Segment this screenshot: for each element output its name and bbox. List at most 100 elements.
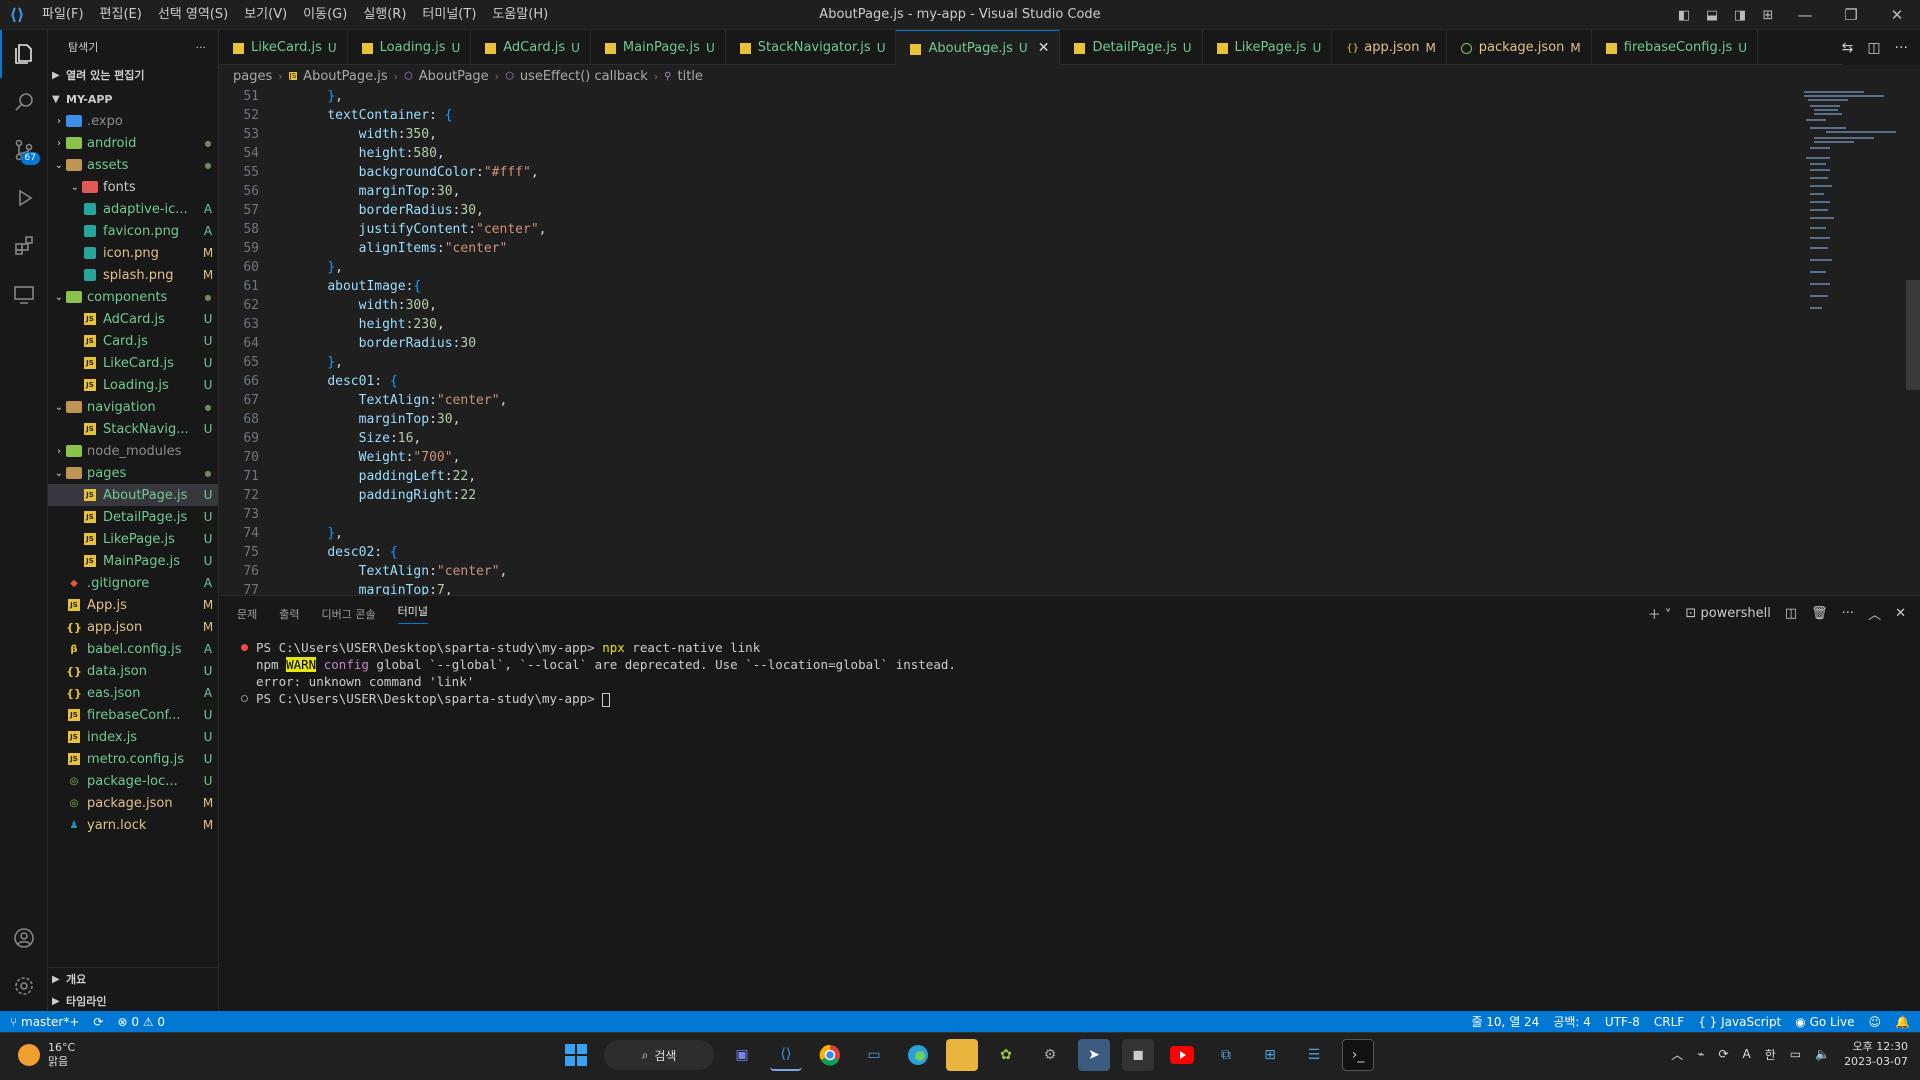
menu-terminal[interactable]: 터미널(T) [414, 0, 484, 30]
editor-tab[interactable]: Loading.js U [348, 30, 472, 65]
close-panel-icon[interactable]: ✕ [1895, 606, 1906, 621]
tree-folder[interactable]: ⌄ navigation ● [48, 396, 218, 418]
editor-tab[interactable]: StackNavigator.js U [726, 30, 897, 65]
volume-icon[interactable]: 🔈 [1815, 1047, 1830, 1061]
restore-button[interactable]: ❐ [1828, 6, 1874, 24]
more-actions-icon[interactable]: ··· [196, 41, 207, 54]
go-live-button[interactable]: ◉ Go Live [1795, 1015, 1854, 1029]
toggle-sidebar-icon[interactable]: ◧ [1670, 8, 1698, 23]
tree-file[interactable]: ◆ .gitignore A [48, 572, 218, 594]
taskbar-search[interactable]: ⌕ 검색 [604, 1040, 714, 1070]
app-icon[interactable]: ➤ [1078, 1039, 1110, 1071]
youtube-icon[interactable] [1166, 1039, 1198, 1071]
tree-file[interactable]: JS firebaseConf... U [48, 704, 218, 726]
chrome-icon[interactable] [814, 1039, 846, 1071]
breadcrumb-item[interactable]: AboutPage [419, 69, 489, 84]
tree-folder[interactable]: ⌄ pages ● [48, 462, 218, 484]
clock[interactable]: 오후 12:30 2023-03-07 [1844, 1039, 1908, 1069]
breadcrumb-item[interactable]: title [677, 69, 702, 84]
editor-tab[interactable]: LikePage.js U [1203, 30, 1333, 65]
app-icon[interactable]: ✿ [990, 1039, 1022, 1071]
compare-icon[interactable]: ⇆ [1842, 40, 1854, 56]
open-editors-section[interactable]: ▶ 열려 있는 편집기 [48, 64, 218, 86]
branch-indicator[interactable]: ⑂ master*+ [10, 1015, 79, 1029]
tree-file[interactable]: β babel.config.js A [48, 638, 218, 660]
split-editor-icon[interactable]: ◫ [1867, 40, 1880, 56]
chevron-up-icon[interactable]: ︿ [1671, 1046, 1683, 1063]
menu-file[interactable]: 파일(F) [34, 0, 92, 30]
tree-folder[interactable]: › .expo [48, 110, 218, 132]
tree-file[interactable]: {} eas.json A [48, 682, 218, 704]
accounts-icon[interactable] [0, 914, 48, 962]
tab-output[interactable]: 출력 [279, 606, 299, 622]
weather-widget[interactable]: 16°C 맑음 [18, 1041, 75, 1069]
breadcrumb-item[interactable]: useEffect() callback [520, 69, 648, 84]
desktop-icon[interactable]: ▭ [858, 1039, 890, 1071]
cursor-position[interactable]: 줄 10, 열 24 [1471, 1013, 1539, 1030]
split-terminal-icon[interactable]: ◫ [1785, 606, 1797, 621]
tree-file[interactable]: JS MainPage.js U [48, 550, 218, 572]
menu-view[interactable]: 보기(V) [236, 0, 295, 30]
tree-file[interactable]: JS Loading.js U [48, 374, 218, 396]
tree-file[interactable]: JS AdCard.js U [48, 308, 218, 330]
usb-icon[interactable]: ⌁ [1697, 1047, 1704, 1061]
editor-tab[interactable]: {} app.json M [1332, 30, 1447, 65]
file-explorer-icon[interactable] [946, 1039, 978, 1071]
terminal-shell-selector[interactable]: ⊡ powershell [1685, 606, 1770, 621]
tree-folder[interactable]: › node_modules [48, 440, 218, 462]
vscode-taskbar-icon[interactable]: ⟨⟩ [770, 1039, 802, 1071]
close-window-button[interactable]: ✕ [1874, 6, 1920, 24]
tab-close-icon[interactable]: ✕ [1038, 40, 1050, 56]
sync-tray-icon[interactable]: ⟳ [1718, 1047, 1728, 1061]
project-section[interactable]: ▼ MY-APP [48, 88, 218, 110]
editor-tab[interactable]: LikeCard.js U [219, 30, 348, 65]
toggle-secondary-sidebar-icon[interactable]: ◨ [1726, 8, 1754, 23]
tree-file[interactable]: ♟ yarn.lock M [48, 814, 218, 836]
editor-scrollbar[interactable] [1906, 280, 1920, 390]
teams-icon[interactable]: ▣ [726, 1039, 758, 1071]
font-icon[interactable]: A [1743, 1047, 1751, 1061]
trash-icon[interactable]: 🗑 [1811, 606, 1828, 621]
editor-tab[interactable]: DetailPage.js U [1060, 30, 1203, 65]
tree-folder[interactable]: › android ● [48, 132, 218, 154]
tree-file[interactable]: JS LikePage.js U [48, 528, 218, 550]
editor-tab[interactable]: AdCard.js U [471, 30, 591, 65]
edge-icon[interactable] [902, 1039, 934, 1071]
outline-section[interactable]: ▶ 개요 [48, 968, 219, 990]
store-icon[interactable]: ⊞ [1254, 1039, 1286, 1071]
tab-terminal[interactable]: 터미널 [397, 603, 428, 624]
extensions-icon[interactable] [0, 222, 48, 270]
new-terminal-icon[interactable]: ＋ ˅ [1648, 604, 1672, 623]
tab-debug-console[interactable]: 디버그 콘솔 [322, 606, 376, 622]
explorer-icon[interactable] [0, 30, 48, 78]
timeline-section[interactable]: ▶ 타임라인 [48, 990, 219, 1012]
tree-file[interactable]: {} app.json M [48, 616, 218, 638]
tree-file[interactable]: adaptive-ic... A [48, 198, 218, 220]
tree-file[interactable]: JS Card.js U [48, 330, 218, 352]
encoding[interactable]: UTF-8 [1605, 1015, 1640, 1029]
breadcrumb-item[interactable]: AboutPage.js [303, 69, 387, 84]
editor-tab[interactable]: firebaseConfig.js U [1592, 30, 1759, 65]
editor-tab[interactable]: package.json M [1447, 30, 1592, 65]
tree-file[interactable]: ◎ package-loc... U [48, 770, 218, 792]
language-mode[interactable]: { } JavaScript [1698, 1015, 1781, 1029]
minimap[interactable] [1796, 87, 1906, 387]
menu-help[interactable]: 도움말(H) [484, 0, 556, 30]
settings-gear-icon[interactable] [0, 962, 48, 1010]
tree-file[interactable]: JS metro.config.js U [48, 748, 218, 770]
search-icon[interactable] [0, 78, 48, 126]
toggle-panel-icon[interactable]: ⬓ [1698, 8, 1726, 23]
problems-indicator[interactable]: ⊗ 0 ⚠ 0 [117, 1015, 165, 1029]
line-ending[interactable]: CRLF [1654, 1015, 1684, 1029]
minimize-button[interactable]: — [1782, 6, 1828, 24]
terminal-app-icon[interactable]: ›_ [1342, 1039, 1374, 1071]
menu-run[interactable]: 실행(R) [355, 0, 414, 30]
remote-explorer-icon[interactable] [0, 270, 48, 318]
source-control-icon[interactable]: 67 [0, 126, 48, 174]
tree-file[interactable]: JS DetailPage.js U [48, 506, 218, 528]
indentation[interactable]: 공백: 4 [1553, 1013, 1591, 1030]
tree-file[interactable]: JS AboutPage.js U [48, 484, 218, 506]
sync-icon[interactable]: ⟳ [93, 1015, 103, 1029]
network-icon[interactable]: ▭ [1790, 1047, 1801, 1061]
panel-more-icon[interactable]: ··· [1842, 606, 1854, 621]
